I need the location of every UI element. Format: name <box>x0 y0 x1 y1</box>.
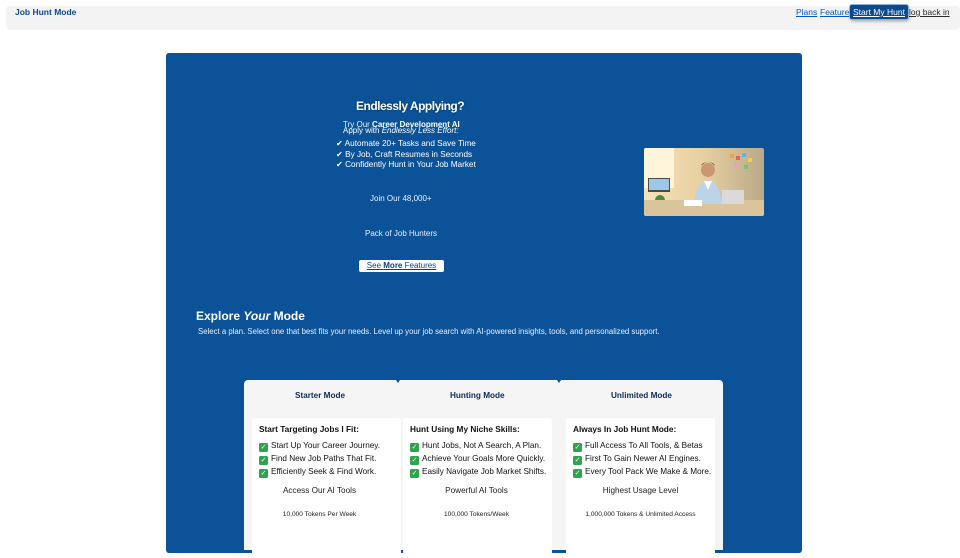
explore-title: Explore Your Mode <box>196 309 305 323</box>
nav-features-link[interactable]: Features <box>820 7 854 17</box>
explore-subtitle: Select a plan. Select one that best fits… <box>198 327 660 336</box>
see-more-features-button[interactable]: See More Features <box>359 260 444 272</box>
log-back-in-link[interactable]: log back in <box>909 7 950 17</box>
plan-tokens-label: 10,000 Tokens Per Week <box>282 511 357 518</box>
start-my-hunt-button[interactable]: Start My Hunt <box>850 5 908 19</box>
plans-tab-divider <box>396 380 400 383</box>
benefit-item: ✔ Confidently Hunt in Your Job Market <box>336 160 476 169</box>
check-icon: ✓ <box>573 456 582 465</box>
feature-text: First To Gain Newer AI Engines. <box>585 454 701 463</box>
hero-title: Endlessly Applying? <box>356 99 465 113</box>
feature-text: Efficiently Seek & Find Work. <box>271 467 377 476</box>
plans-tab-divider <box>557 380 561 383</box>
check-icon: ✓ <box>410 469 419 478</box>
feature-text: Full Access To All Tools, & Betas <box>585 441 703 450</box>
explore-prefix: Explore <box>196 309 244 323</box>
plan-feature-list: ✓ Hunt Jobs, Not A Search, A Plan. ✓ Achie… <box>410 439 546 478</box>
check-icon: ✓ <box>410 443 419 452</box>
plan-tool-label: Highest Usage Level <box>602 486 679 495</box>
plan-heading: Always In Job Hunt Mode: <box>573 424 677 434</box>
list-item: ✓ Start Up Your Career Journey. <box>259 439 380 452</box>
plan-feature-list: ✓ Full Access To All Tools, & Betas ✓ Firs… <box>573 439 711 478</box>
list-item: ✓ Efficiently Seek & Find Work. <box>259 465 380 478</box>
plan-tool-label: Access Our AI Tools <box>282 486 357 495</box>
hero-office-photo <box>644 148 764 216</box>
list-item: ✓ Find New Job Paths That Fit. <box>259 452 380 465</box>
check-icon: ✓ <box>259 469 268 478</box>
join-count-text: Join Our 48,000+ <box>370 194 432 203</box>
feature-text: Every Tool Pack We Make & More. <box>585 467 712 476</box>
check-icon: ✓ <box>259 456 268 465</box>
feature-text: Hunt Jobs, Not A Search, A Plan. <box>422 441 542 450</box>
plan-tool-label: Powerful AI Tools <box>445 486 508 495</box>
list-item: ✓ Hunt Jobs, Not A Search, A Plan. <box>410 439 546 452</box>
hero-apply-line: Apply with Endlessly Less Effort: <box>343 126 459 135</box>
pack-text: Pack of Job Hunters <box>365 229 438 238</box>
tab-unlimited-mode[interactable]: Unlimited Mode <box>611 391 672 400</box>
feature-text: Achieve Your Goals More Quickly. <box>422 454 546 463</box>
list-item: ✓ First To Gain Newer AI Engines. <box>573 452 711 465</box>
btn-features: Features <box>402 261 437 270</box>
apply-italic: Endlessly Less Effort: <box>381 126 459 135</box>
btn-more: More <box>383 261 403 270</box>
check-icon: ✓ <box>573 469 582 478</box>
list-item: ✓ Full Access To All Tools, & Betas <box>573 439 711 452</box>
tab-hunting-mode[interactable]: Hunting Mode <box>450 391 505 400</box>
benefit-item: ✔ By Job, Craft Resumes in Seconds <box>336 149 473 159</box>
list-item: ✓ Achieve Your Goals More Quickly. <box>410 452 546 465</box>
list-item: ✓ Every Tool Pack We Make & More. <box>573 465 711 478</box>
feature-text: Start Up Your Career Journey. <box>271 441 381 450</box>
plan-feature-list: ✓ Start Up Your Career Journey. ✓ Find New… <box>259 439 380 478</box>
plan-tokens-label: 100,000 Tokens/Week <box>443 511 509 518</box>
plan-heading: Start Targeting Jobs I Fit: <box>259 424 359 434</box>
check-icon: ✓ <box>573 443 582 452</box>
feature-text: Find New Job Paths That Fit. <box>271 454 377 463</box>
check-icon: ✓ <box>410 456 419 465</box>
explore-italic: Your <box>243 309 271 323</box>
plan-heading: Hunt Using My Niche Skills: <box>410 424 520 434</box>
plan-tokens-label: 1,000,000 Tokens & Unlimited Access <box>585 511 696 518</box>
brand-logo-text[interactable]: Job Hunt Mode <box>15 7 76 17</box>
hero-benefits-list: ✔ Automate 20+ Tasks and Save Time ✔ By … <box>336 139 476 171</box>
list-item: ✓ Easily Navigate Job Market Shifts. <box>410 465 546 478</box>
benefit-item: ✔ Automate 20+ Tasks and Save Time <box>336 139 476 148</box>
feature-text: Easily Navigate Job Market Shifts. <box>422 467 547 476</box>
explore-suffix: Mode <box>270 309 305 323</box>
nav-plans-link[interactable]: Plans <box>796 7 817 17</box>
btn-see: See <box>366 261 384 270</box>
tab-starter-mode[interactable]: Starter Mode <box>295 391 345 400</box>
apply-prefix: Apply with <box>343 126 382 135</box>
check-icon: ✓ <box>259 443 268 452</box>
